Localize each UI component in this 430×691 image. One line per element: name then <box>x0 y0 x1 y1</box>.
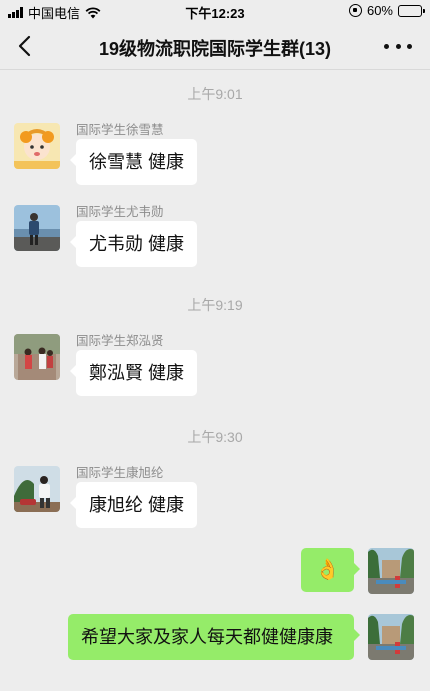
status-bar: 中国电信 下午12:23 60% <box>0 0 430 22</box>
timestamp: 上午9:19 <box>187 297 243 313</box>
message-bubble[interactable]: 尤韦勋 健康 <box>69 221 198 267</box>
self-avatar[interactable] <box>368 614 414 660</box>
message-bubble[interactable]: 康旭纶 健康 <box>69 482 198 528</box>
message-bubble[interactable]: 鄭泓賢 健康 <box>69 350 198 396</box>
avatar[interactable] <box>14 334 60 380</box>
status-right: 60% <box>348 3 425 18</box>
avatar[interactable] <box>14 123 60 169</box>
self-avatar[interactable] <box>368 548 414 594</box>
more-dots-icon[interactable] <box>384 36 412 56</box>
battery-icon <box>398 4 425 17</box>
timestamp: 上午9:01 <box>187 86 243 102</box>
sender-name: 国际学生尤韦勋 <box>76 205 164 219</box>
nav-bar: 19级物流职院国际学生群(13) <box>0 22 430 70</box>
avatar[interactable] <box>14 205 60 251</box>
message-bubble-outgoing[interactable]: 希望大家及家人每天都健健康康 <box>68 614 360 660</box>
chat-title: 19级物流职院国际学生群(13) <box>98 39 332 59</box>
message-bubble[interactable]: 徐雪慧 健康 <box>69 139 198 185</box>
avatar[interactable] <box>14 466 60 512</box>
timestamp: 上午9:30 <box>187 429 243 445</box>
sender-name: 国际学生徐雪慧 <box>76 123 164 137</box>
chat-area[interactable]: 上午9:01 国际学生徐雪慧 徐雪慧 健康 国际学生尤韦勋 尤韦勋 健康 上午9… <box>0 71 430 691</box>
chevron-left-icon[interactable] <box>14 34 36 58</box>
sender-name: 国际学生康旭纶 <box>76 466 164 480</box>
orientation-lock-icon <box>348 4 362 17</box>
sender-name: 国际学生郑泓贤 <box>76 334 164 348</box>
message-bubble-outgoing[interactable]: 👌 <box>301 548 360 592</box>
battery-percent: 60% <box>366 3 393 18</box>
